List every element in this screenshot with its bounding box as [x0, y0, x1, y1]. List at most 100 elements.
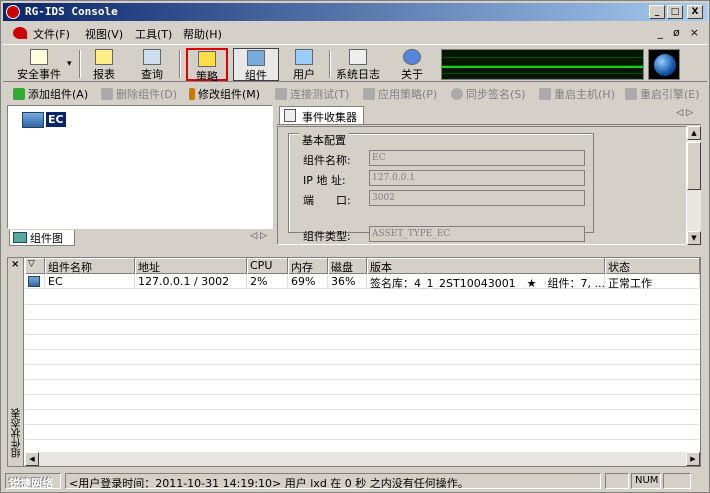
component-actions-bar: 添加组件(A) 删除组件(D) 修改组件(M) 连接测试(T) 应用策略(P) …: [3, 84, 707, 103]
tree-tab-strip: 组件图 ◁ ▷: [7, 229, 273, 247]
mdi-close-button[interactable]: ×: [690, 26, 699, 39]
menu-help[interactable]: 帮助(H): [183, 26, 222, 42]
scroll-left-icon[interactable]: ◀: [25, 452, 39, 466]
menu-bar: 文件(F) 视图(V) 工具(T) 帮助(H) _ ø ×: [3, 23, 707, 43]
tab-component-map[interactable]: 组件图: [9, 230, 75, 246]
field-label: IP 地 址:: [303, 174, 346, 187]
title-bar[interactable]: RG-IDS Console _ □ X: [3, 3, 707, 21]
port-field[interactable]: 3002: [369, 190, 585, 206]
status-indicator-empty: [663, 473, 691, 489]
connect-test-icon: [275, 88, 287, 100]
security-event-icon: [30, 49, 48, 65]
event-collector-icon: [284, 109, 296, 122]
user-icon: [295, 49, 313, 65]
panel-close-icon[interactable]: ×: [11, 259, 19, 270]
column-header-name[interactable]: 组件名称: [45, 258, 135, 274]
restart-engine-button[interactable]: 重启引擎(E): [625, 86, 700, 102]
menu-file[interactable]: 文件(F): [33, 26, 70, 42]
add-component-button[interactable]: 添加组件(A): [13, 86, 88, 102]
modify-component-button[interactable]: 修改组件(M): [189, 86, 260, 102]
num-lock-indicator: NUM: [631, 473, 661, 489]
security-event-button[interactable]: 安全事件: [11, 48, 67, 81]
component-name-field[interactable]: EC: [369, 150, 585, 166]
help-icon: [403, 49, 421, 65]
status-panel-side-strip: × 组件状态表: [8, 258, 24, 466]
connect-test-button[interactable]: 连接测试(T): [275, 86, 349, 102]
maximize-button[interactable]: □: [667, 5, 683, 19]
component-status-panel: × 组件状态表 ▽ 组件名称 地址 CPU 内存 磁盘 版本 状态 EC 127…: [7, 257, 701, 467]
user-button[interactable]: 用户: [287, 48, 321, 81]
detail-pane: 事件收集器 ◁ ▷ 基本配置 组件名称: EC IP 地 址: 127.0.0.…: [277, 105, 701, 245]
cell-disk: 36%: [328, 274, 367, 289]
apply-policy-button[interactable]: 应用策略(P): [363, 86, 437, 102]
restart-engine-icon: [625, 88, 637, 100]
apply-policy-icon: [363, 88, 375, 100]
detail-body: 基本配置 组件名称: EC IP 地 址: 127.0.0.1 端 口: 300…: [277, 126, 687, 245]
tree-node-label: EC: [46, 112, 66, 127]
mdi-restore-button[interactable]: ø: [673, 26, 680, 39]
component-button[interactable]: 组件: [233, 48, 279, 82]
tab-event-collector[interactable]: 事件收集器: [279, 106, 364, 124]
field-label: 组件名称:: [303, 154, 351, 167]
scroll-thumb[interactable]: [687, 142, 701, 190]
policy-icon: [198, 51, 216, 67]
minimize-button[interactable]: _: [649, 5, 665, 19]
component-tree[interactable]: EC: [7, 105, 273, 229]
close-button[interactable]: X: [687, 5, 703, 19]
system-log-button[interactable]: 系统日志: [335, 48, 381, 81]
report-button[interactable]: 报表: [87, 48, 121, 81]
modify-component-icon: [189, 88, 195, 100]
traffic-monitor: [441, 49, 644, 80]
detail-tab-scroll-arrows[interactable]: ◁ ▷: [676, 108, 693, 118]
column-header-disk[interactable]: 磁盘: [328, 258, 367, 274]
status-bar: 锐捷网络 <用户登录时间：2011-10-31 14:19:10> 用户 lxd…: [3, 471, 707, 491]
security-event-dropdown[interactable]: ▾: [67, 59, 72, 69]
column-header-memory[interactable]: 内存: [288, 258, 328, 274]
detail-vertical-scrollbar[interactable]: ▲ ▼: [687, 126, 701, 245]
status-message: <用户登录时间：2011-10-31 14:19:10> 用户 lxd 在 0 …: [65, 473, 601, 489]
main-toolbar: 安全事件 ▾ 报表 查询 策略 组件 用户 系统日志 关于: [3, 44, 707, 83]
menu-app-icon[interactable]: [13, 27, 27, 39]
field-label: 组件类型:: [303, 230, 351, 243]
about-button[interactable]: 关于: [395, 48, 429, 81]
scroll-up-icon[interactable]: ▲: [687, 126, 701, 140]
ip-address-field[interactable]: 127.0.0.1: [369, 170, 585, 186]
globe-icon: [648, 49, 680, 80]
scroll-down-icon[interactable]: ▼: [687, 231, 701, 245]
filter-icon[interactable]: ▽: [25, 258, 45, 274]
component-status-table: ▽ 组件名称 地址 CPU 内存 磁盘 版本 状态 EC 127.0.0.1 /…: [25, 258, 700, 451]
column-header-status[interactable]: 状态: [605, 258, 700, 274]
component-map-icon: [13, 232, 27, 243]
restart-host-button[interactable]: 重启主机(H): [539, 86, 615, 102]
field-label: 端 口:: [303, 194, 351, 207]
delete-component-button[interactable]: 删除组件(D): [101, 86, 177, 102]
policy-button[interactable]: 策略: [186, 48, 228, 83]
menu-view[interactable]: 视图(V): [85, 26, 123, 42]
tab-scroll-arrows[interactable]: ◁ ▷: [250, 231, 267, 241]
cell-memory: 69%: [288, 274, 328, 289]
table-header: ▽ 组件名称 地址 CPU 内存 磁盘 版本 状态: [25, 258, 700, 274]
add-component-icon: [13, 88, 25, 100]
column-header-cpu[interactable]: CPU: [247, 258, 288, 274]
menu-tools[interactable]: 工具(T): [135, 26, 172, 42]
sync-signature-icon: [451, 88, 463, 100]
basic-config-legend: 基本配置: [299, 132, 349, 148]
component-row-icon: [28, 276, 40, 287]
table-horizontal-scrollbar[interactable]: ◀ ▶: [25, 452, 700, 466]
table-row[interactable]: EC 127.0.0.1 / 3002 2% 69% 36% 签名库：4_1_2…: [25, 274, 700, 289]
brand-label: 锐捷网络: [5, 473, 61, 490]
mdi-minimize-button[interactable]: _: [658, 26, 664, 39]
system-log-icon: [349, 49, 367, 65]
column-header-version[interactable]: 版本: [367, 258, 605, 274]
sync-signature-button[interactable]: 同步签名(S): [451, 86, 526, 102]
cell-cpu: 2%: [247, 274, 288, 289]
query-button[interactable]: 查询: [135, 48, 169, 81]
restart-host-icon: [539, 88, 551, 100]
status-table-label: 组件状态表: [12, 408, 23, 458]
component-type-field[interactable]: ASSET_TYPE_EC: [369, 226, 585, 242]
query-icon: [143, 49, 161, 65]
component-node-icon: [22, 112, 44, 128]
column-header-address[interactable]: 地址: [135, 258, 247, 274]
cell-name: EC: [45, 274, 135, 289]
scroll-right-icon[interactable]: ▶: [686, 452, 700, 466]
